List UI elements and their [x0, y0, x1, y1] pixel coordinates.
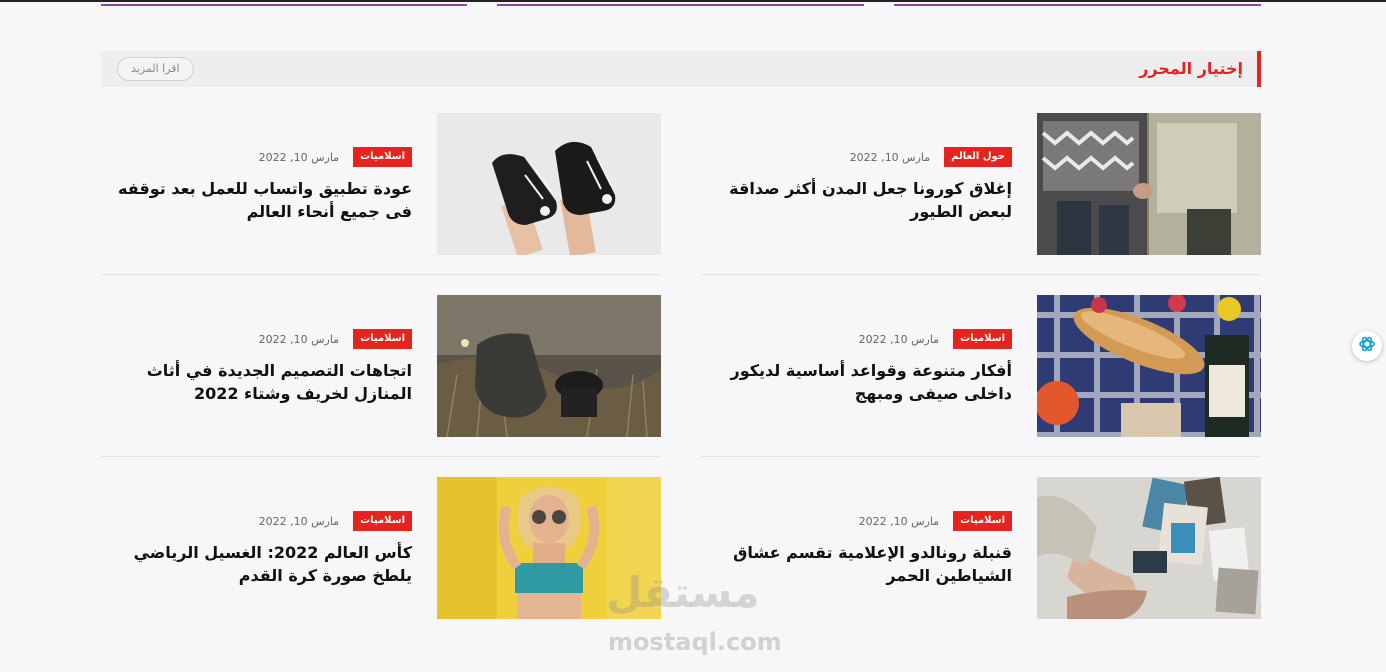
row-divider: [101, 274, 661, 275]
article-image-backpack[interactable]: [437, 295, 661, 437]
category-badge[interactable]: اسلاميات: [353, 329, 412, 349]
chat-assistant-icon: [1357, 334, 1377, 358]
read-more-button[interactable]: اقرا المزيد: [117, 57, 194, 81]
category-badge[interactable]: اسلاميات: [353, 147, 412, 167]
article-title[interactable]: عودة تطبيق واتساب للعمل بعد توقفه فى جمي…: [112, 177, 412, 223]
article-card[interactable]: اسلاميات مارس 10, 2022 أفكار متنوعة وقوا…: [701, 295, 1261, 437]
purple-underline-3: [894, 4, 1261, 6]
row-divider: [701, 274, 1261, 275]
article-title[interactable]: كأس العالم 2022: الغسيل الرياضي يلطخ صور…: [112, 541, 412, 587]
article-image-sneakers[interactable]: [437, 113, 661, 255]
row-divider: [701, 456, 1261, 457]
purple-underline-2: [497, 4, 864, 6]
article-card[interactable]: حول العالم مارس 10, 2022 إغلاق كورونا جع…: [701, 113, 1261, 255]
chat-assistant-button[interactable]: [1352, 331, 1382, 361]
article-card[interactable]: اسلاميات مارس 10, 2022 قنبلة رونالدو الإ…: [701, 477, 1261, 619]
article-card[interactable]: اسلاميات مارس 10, 2022 عودة تطبيق واتساب…: [101, 113, 661, 255]
article-date: مارس 10, 2022: [258, 332, 340, 346]
article-date: مارس 10, 2022: [858, 514, 940, 528]
section-title: إختيار المحرر: [1139, 51, 1261, 87]
article-title[interactable]: إغلاق كورونا جعل المدن أكثر صداقة لبعض ا…: [712, 177, 1012, 223]
article-card[interactable]: اسلاميات مارس 10, 2022 كأس العالم 2022: …: [101, 477, 661, 619]
article-card[interactable]: اسلاميات مارس 10, 2022 اتجاهات التصميم ا…: [101, 295, 661, 437]
article-title[interactable]: اتجاهات التصميم الجديدة في أثاث المنازل …: [112, 359, 412, 405]
category-badge[interactable]: حول العالم: [944, 147, 1012, 167]
article-date: مارس 10, 2022: [258, 514, 340, 528]
article-title[interactable]: أفكار متنوعة وقواعد أساسية لديكور داخلى …: [712, 359, 1012, 405]
row-divider: [101, 456, 661, 457]
article-image-couple[interactable]: [1037, 113, 1261, 255]
section-header: إختيار المحرر اقرا المزيد: [101, 51, 1261, 87]
watermark-url: mostaql.com: [608, 628, 782, 656]
category-badge[interactable]: اسلاميات: [953, 511, 1012, 531]
category-badge[interactable]: اسلاميات: [953, 329, 1012, 349]
article-date: مارس 10, 2022: [858, 332, 940, 346]
category-badge[interactable]: اسلاميات: [353, 511, 412, 531]
top-border: [0, 0, 1386, 2]
watermark-logo: مستقل: [606, 568, 760, 617]
purple-underline-1: [101, 4, 467, 6]
article-date: مارس 10, 2022: [258, 150, 340, 164]
article-image-picnic[interactable]: [1037, 295, 1261, 437]
article-image-magazines[interactable]: [1037, 477, 1261, 619]
article-date: مارس 10, 2022: [849, 150, 931, 164]
